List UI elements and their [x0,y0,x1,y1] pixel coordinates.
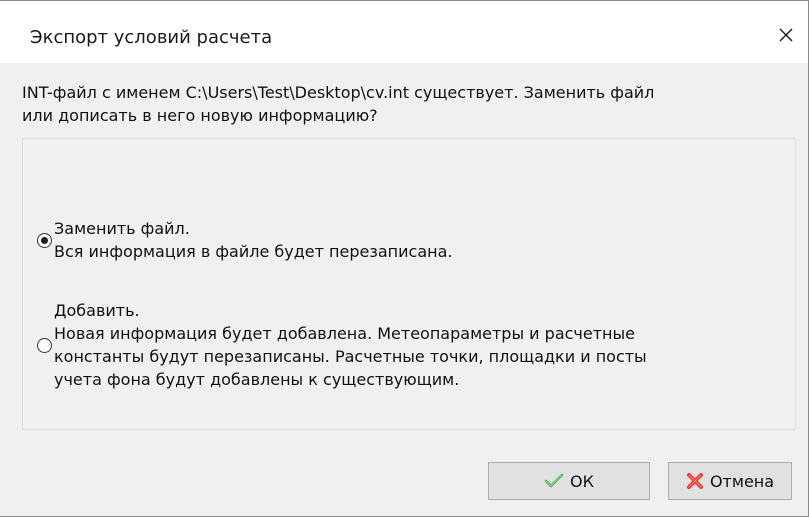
export-dialog: Экспорт условий расчета INT-файл с имене… [0,0,809,517]
cross-icon [686,472,704,490]
close-icon [779,28,793,42]
dialog-title: Экспорт условий расчета [30,27,273,48]
option-replace-text: Заменить файл. Вся информация в файле бу… [54,217,452,263]
option-replace[interactable]: Заменить файл. Вся информация в файле бу… [37,217,452,263]
radio-append[interactable] [37,337,52,353]
option-line: Добавить. [54,301,140,320]
cancel-button-label: Отмена [709,471,775,491]
dialog-message: INT-файл с именем C:\Users\Test\Desktop\… [22,81,798,127]
option-line: константы будут перезаписаны. Расчетные … [54,347,647,366]
close-button[interactable] [770,19,802,51]
option-line: учета фона будут добавлены к существующи… [54,370,460,389]
message-line: или дописать в него новую информацию? [22,106,378,125]
option-line: Вся информация в файле будет перезаписан… [54,242,453,261]
option-append[interactable]: Добавить. Новая информация будет добавле… [37,299,647,391]
option-append-text: Добавить. Новая информация будет добавле… [54,299,647,391]
option-line: Новая информация будет добавлена. Метеоп… [54,324,635,343]
option-line: Заменить файл. [54,219,190,238]
ok-button-label: ОК [570,471,594,491]
checkmark-icon [544,473,564,489]
ok-button[interactable]: ОК [488,462,650,500]
title-bar[interactable]: Экспорт условий расчета [0,1,808,63]
cancel-button[interactable]: Отмена [668,462,792,500]
radio-replace[interactable] [37,232,52,248]
options-group: Заменить файл. Вся информация в файле бу… [22,138,796,430]
message-line: INT-файл с именем C:\Users\Test\Desktop\… [22,83,655,102]
